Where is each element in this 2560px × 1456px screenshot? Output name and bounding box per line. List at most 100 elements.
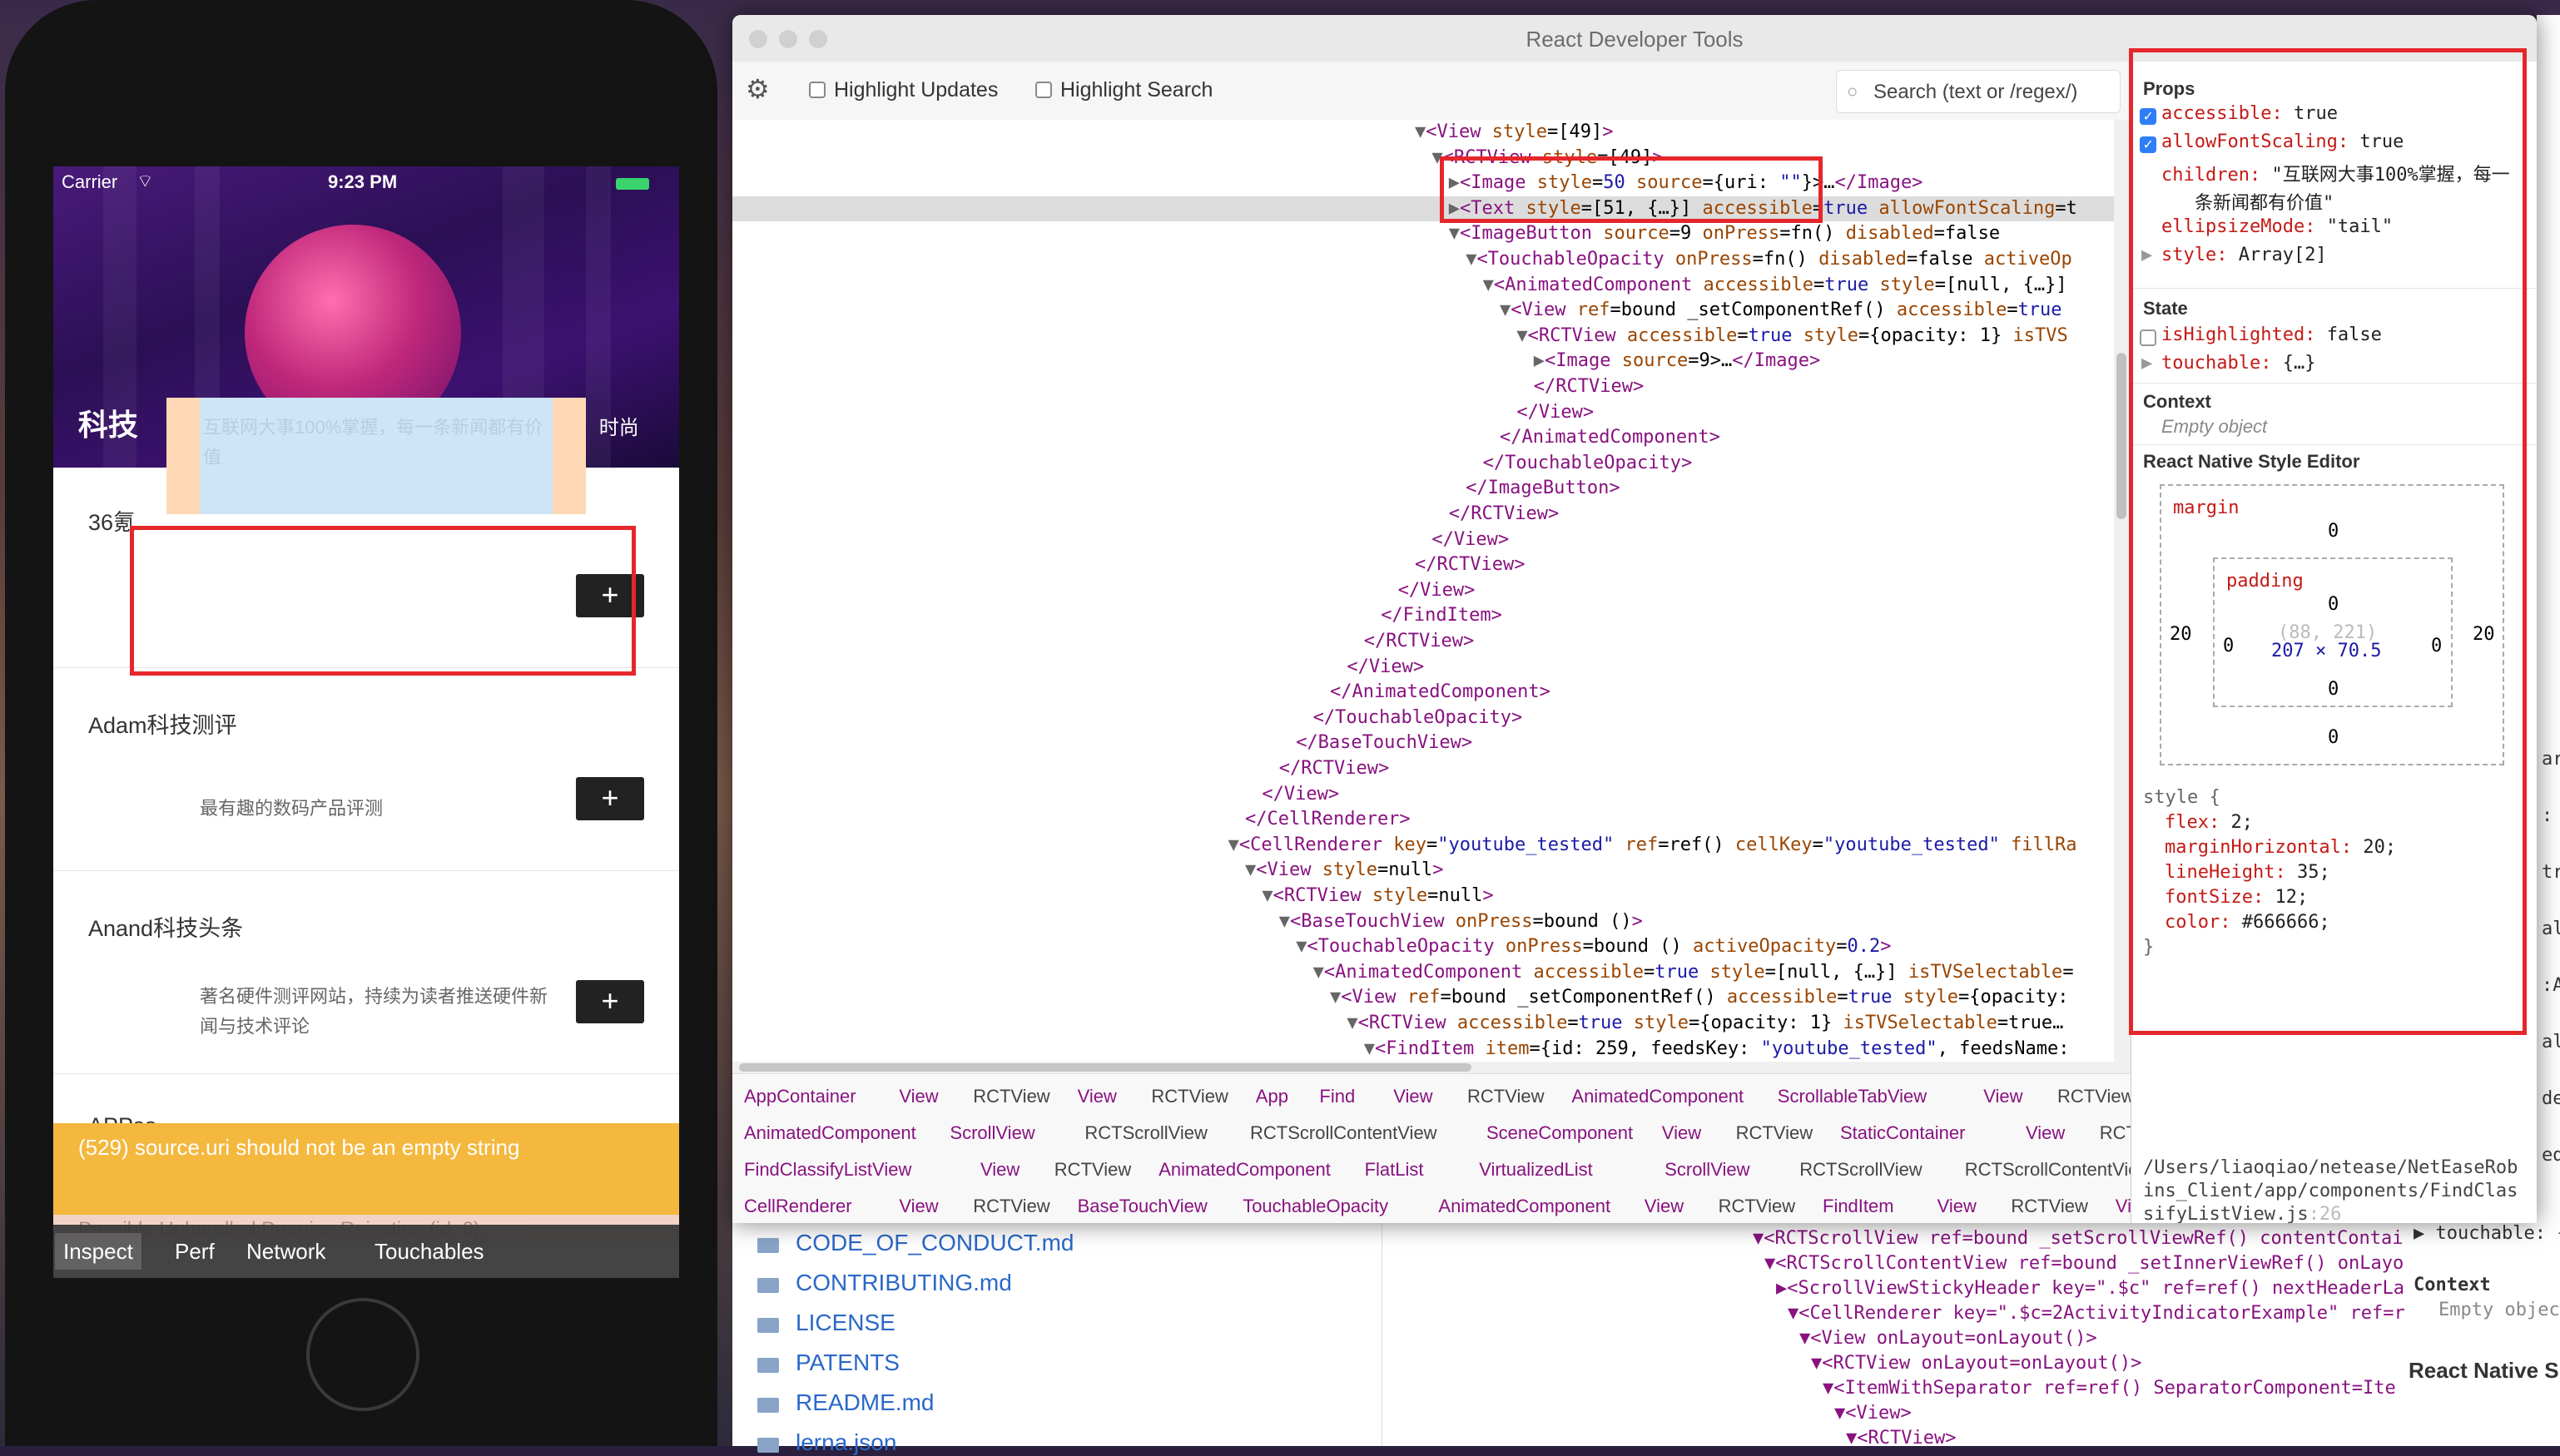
- file-item[interactable]: README.md: [796, 1389, 934, 1416]
- file-item[interactable]: CODE_OF_CONDUCT.md: [796, 1230, 1074, 1256]
- file-item[interactable]: lerna.json: [796, 1429, 896, 1456]
- breadcrumb-item[interactable]: View: [1645, 1196, 1684, 1217]
- subscribe-button[interactable]: +: [576, 980, 644, 1023]
- highlight-updates-checkbox[interactable]: [809, 82, 826, 98]
- breadcrumb-item[interactable]: RCTScrollContentView: [1965, 1159, 2131, 1181]
- expanded-arrow-icon[interactable]: ▼: [1466, 249, 1476, 270]
- breadcrumb-item[interactable]: RCTView: [1151, 1086, 1228, 1107]
- file-item[interactable]: CONTRIBUTING.md: [796, 1270, 1012, 1296]
- tree-node[interactable]: </AnimatedComponent>: [1330, 680, 1550, 705]
- breadcrumb-item[interactable]: AnimatedComponent: [1571, 1086, 1744, 1107]
- tree-node[interactable]: </BaseTouchView>: [1296, 730, 1472, 755]
- breadcrumb-item[interactable]: RCTScrollContentView: [1250, 1122, 1437, 1144]
- tree-node[interactable]: </RCTView>: [1415, 552, 1525, 577]
- tree-node[interactable]: </RCTView>: [1364, 629, 1474, 654]
- gear-icon[interactable]: ⚙: [746, 73, 770, 105]
- breadcrumb-item[interactable]: RCTView: [1467, 1086, 1545, 1107]
- breadcrumb-item[interactable]: TouchableOpacity: [1243, 1196, 1388, 1217]
- tree-node[interactable]: ▼<FindItem item={id: 259, feedsKey: "you…: [1364, 1037, 2070, 1062]
- tree-node[interactable]: ▼<View style=null>: [1245, 858, 1443, 883]
- tree-node[interactable]: ▼<ImageButton source=9 onPress=fn() disa…: [1449, 221, 2000, 246]
- file-item[interactable]: PATENTS: [796, 1350, 900, 1376]
- expanded-arrow-icon[interactable]: ▼: [1313, 962, 1324, 983]
- tree-node[interactable]: </View>: [1431, 527, 1509, 552]
- breadcrumb-item[interactable]: VirtualizedList: [1479, 1159, 1593, 1181]
- horizontal-scrollbar-thumb[interactable]: [739, 1063, 1471, 1072]
- breadcrumb-item[interactable]: BaseTouchView: [1078, 1196, 1208, 1217]
- tree-node[interactable]: </View>: [1398, 578, 1476, 603]
- breadcrumb-item[interactable]: View: [1937, 1196, 1977, 1217]
- home-button[interactable]: [306, 1298, 419, 1411]
- breadcrumb-item[interactable]: RCTView: [973, 1196, 1050, 1217]
- breadcrumb-item[interactable]: RCTView: [1736, 1122, 1813, 1144]
- tree-scrollbar-thumb[interactable]: [2116, 353, 2126, 519]
- expanded-arrow-icon[interactable]: ▼: [1279, 911, 1290, 932]
- file-item[interactable]: LICENSE: [796, 1310, 896, 1336]
- expanded-arrow-icon[interactable]: ▼: [1347, 1013, 1357, 1033]
- search-input[interactable]: ○ Search (text or /regex/): [1836, 70, 2121, 113]
- breadcrumb-item[interactable]: RCTView: [1719, 1196, 1796, 1217]
- expanded-arrow-icon[interactable]: ▼: [1262, 885, 1273, 906]
- breadcrumb-item[interactable]: RCTScrollView: [1084, 1122, 1208, 1144]
- tree-node[interactable]: </CellRenderer>: [1245, 807, 1411, 832]
- expanded-arrow-icon[interactable]: ▼: [1449, 223, 1460, 244]
- tree-node[interactable]: </TouchableOpacity>: [1483, 451, 1693, 476]
- highlight-search-checkbox[interactable]: [1035, 82, 1052, 98]
- tree-node[interactable]: </ImageButton>: [1466, 476, 1620, 501]
- breadcrumb-item[interactable]: AppContainer: [744, 1086, 856, 1107]
- breadcrumb-item[interactable]: View: [2026, 1122, 2065, 1144]
- tree-node[interactable]: ▼<RCTView style=null>: [1262, 884, 1493, 909]
- tree-node[interactable]: </View>: [1347, 655, 1424, 680]
- breadcrumb-item[interactable]: FindItem: [1823, 1196, 1894, 1217]
- tree-scrollbar[interactable]: [2114, 120, 2131, 1073]
- expanded-arrow-icon[interactable]: ▼: [1364, 1038, 1375, 1059]
- breadcrumb-item[interactable]: RCTView: [2057, 1086, 2131, 1107]
- tree-node[interactable]: </View>: [1262, 782, 1339, 807]
- breadcrumb-item[interactable]: FlatList: [1365, 1159, 1424, 1181]
- expanded-arrow-icon[interactable]: ▼: [1500, 300, 1511, 320]
- expanded-arrow-icon[interactable]: ▼: [1245, 859, 1256, 880]
- inspector-tab-perf[interactable]: Perf: [166, 1233, 223, 1270]
- breadcrumb-item[interactable]: ScrollableTabView: [1778, 1086, 1927, 1107]
- tree-node[interactable]: ▼<RCTView accessible=true style={opacity…: [1516, 324, 2067, 349]
- breadcrumb-item[interactable]: View: [1662, 1122, 1701, 1144]
- tab-4[interactable]: 时尚: [599, 411, 639, 440]
- tree-node[interactable]: </TouchableOpacity>: [1313, 706, 1523, 730]
- breadcrumb-item[interactable]: Find: [1319, 1086, 1355, 1107]
- component-tree[interactable]: ▼<View style=[49]> ▼<RCTView style=[49]> ▶…: [732, 120, 2114, 1073]
- breadcrumb-item[interactable]: ScrollView: [950, 1122, 1034, 1144]
- tree-node[interactable]: ▼<BaseTouchView onPress=bound ()>: [1279, 909, 1643, 934]
- tree-node[interactable]: </View>: [1516, 400, 1594, 425]
- expanded-arrow-icon[interactable]: ▼: [1516, 325, 1527, 346]
- breadcrumb-item[interactable]: FindClassifyListView: [744, 1159, 911, 1181]
- tree-node[interactable]: </AnimatedComponent>: [1500, 425, 1720, 450]
- subscribe-button[interactable]: +: [576, 777, 644, 820]
- tree-node[interactable]: ▼<RCTView accessible=true style={opacity…: [1347, 1011, 2063, 1036]
- tree-node[interactable]: ▼<AnimatedComponent accessible=true styl…: [1313, 960, 2074, 985]
- list-item[interactable]: Adam科技测评 最有趣的数码产品评测 +: [53, 671, 679, 871]
- breadcrumb-item[interactable]: AnimatedComponent: [1158, 1159, 1331, 1181]
- breadcrumb-item[interactable]: RCTScrollView: [1799, 1159, 1922, 1181]
- breadcrumb-item[interactable]: View: [899, 1196, 938, 1217]
- expanded-arrow-icon[interactable]: ▼: [1330, 987, 1341, 1008]
- tree-node[interactable]: ▶<Image source=9>…</Image>: [1534, 349, 1820, 374]
- inspector-tab-network[interactable]: Network: [238, 1233, 334, 1270]
- expanded-arrow-icon[interactable]: ▼: [1483, 275, 1494, 295]
- tree-node[interactable]: ▼<AnimatedComponent accessible=true styl…: [1483, 273, 2067, 298]
- expanded-arrow-icon[interactable]: ▼: [1296, 936, 1307, 957]
- breadcrumb-item[interactable]: AnimatedComponent: [1438, 1196, 1610, 1217]
- breadcrumb-item[interactable]: App: [1256, 1086, 1288, 1107]
- breadcrumb-item[interactable]: RCTView: [2100, 1122, 2131, 1144]
- breadcrumb-item[interactable]: StaticContainer: [1840, 1122, 1965, 1144]
- breadcrumb-item[interactable]: View: [899, 1086, 938, 1107]
- breadcrumb-item[interactable]: View: [2116, 1196, 2131, 1217]
- tree-node[interactable]: ▼<TouchableOpacity onPress=fn() disabled…: [1466, 247, 2072, 272]
- inspector-tab-inspect[interactable]: Inspect: [55, 1233, 141, 1270]
- breadcrumb-item[interactable]: SceneComponent: [1486, 1122, 1633, 1144]
- expanded-arrow-icon[interactable]: ▼: [1415, 121, 1426, 142]
- tree-node[interactable]: </RCTView>: [1534, 374, 1644, 399]
- inspector-tab-touchables[interactable]: Touchables: [366, 1233, 493, 1270]
- tree-node[interactable]: ▼<View ref=bound _setComponentRef() acce…: [1500, 298, 2062, 323]
- yellowbox-warning[interactable]: (529) source.uri should not be an empty …: [53, 1123, 679, 1215]
- breadcrumb-item[interactable]: RCTView: [973, 1086, 1050, 1107]
